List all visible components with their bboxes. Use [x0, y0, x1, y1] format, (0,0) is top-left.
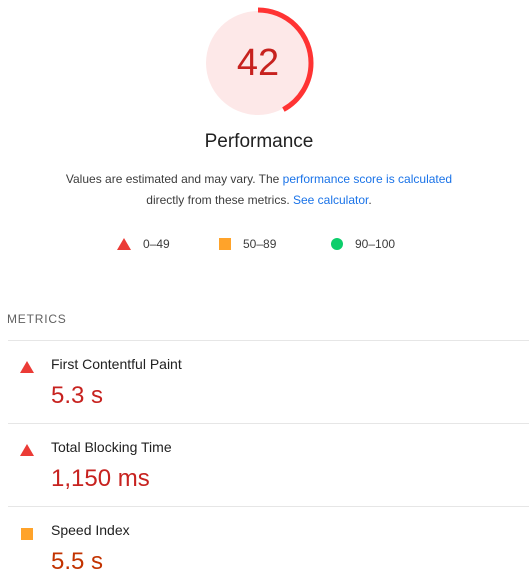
score-description: Values are estimated and may vary. The p… — [20, 169, 498, 211]
legend-label: 50–89 — [243, 237, 277, 251]
metric-value: 5.5 s — [51, 548, 104, 575]
legend-item-pass: 90–100 — [331, 234, 395, 254]
legend-item-average: 50–89 — [219, 234, 276, 254]
category-title: Performance — [204, 131, 314, 152]
metric-first-contentful-paint: First Contentful Paint 5.3 s — [8, 340, 529, 423]
performance-score-gauge: 42 — [201, 6, 315, 120]
legend-label: 90–100 — [355, 237, 396, 251]
metric-name: First Contentful Paint — [51, 356, 182, 372]
metrics-header: METRICS — [7, 312, 67, 326]
triangle-icon — [20, 361, 34, 373]
score-legend: 0–49 50–89 90–100 — [0, 234, 529, 254]
description-text-1: Values are estimated and may vary. The — [65, 172, 283, 186]
square-icon — [219, 238, 231, 250]
square-icon — [21, 528, 33, 540]
metric-value: 1,150 ms — [51, 465, 150, 492]
metric-name: Total Blocking Time — [51, 439, 172, 455]
see-calculator-link[interactable]: See calculator — [293, 193, 368, 207]
metric-value: 5.3 s — [51, 382, 104, 409]
legend-label: 0–49 — [143, 237, 170, 251]
triangle-icon — [117, 238, 131, 250]
performance-score-link[interactable]: performance score is calculated — [283, 172, 452, 186]
metric-total-blocking-time: Total Blocking Time 1,150 ms — [8, 423, 529, 506]
description-text-2: directly from these metrics. — [146, 193, 293, 207]
legend-item-fail: 0–49 — [117, 234, 170, 254]
triangle-icon — [20, 444, 34, 456]
description-text-3: . — [368, 193, 372, 207]
circle-icon — [331, 238, 343, 250]
score-value: 42 — [236, 42, 280, 84]
metric-name: Speed Index — [51, 522, 130, 538]
metric-speed-index: Speed Index 5.5 s — [8, 506, 529, 577]
